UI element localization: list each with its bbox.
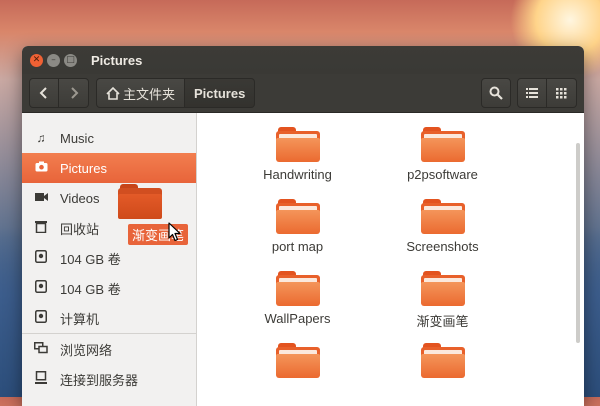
folder-name: p2psoftware [407, 167, 478, 182]
folder-icon [275, 199, 320, 235]
chevron-right-icon [70, 87, 78, 99]
trash-icon [34, 220, 48, 236]
mouse-cursor-icon [168, 222, 181, 242]
places-sidebar: ♫ Music Pictures Videos 回收站 104 GB 卷 104… [22, 113, 197, 406]
folder-item[interactable] [370, 339, 515, 406]
folder-name: 渐变画笔 [416, 314, 469, 329]
breadcrumb-home[interactable]: 主文件夹 [96, 78, 186, 108]
folder-item[interactable]: WallPapers [225, 267, 370, 339]
history-nav [29, 78, 89, 108]
network-icon [34, 341, 48, 357]
folder-name: WallPapers [264, 311, 331, 326]
window-title: Pictures [91, 52, 143, 68]
folder-item[interactable]: p2psoftware [370, 123, 515, 195]
sidebar-item-computer[interactable]: 计算机 [22, 303, 196, 333]
sidebar-item-volume-2[interactable]: 104 GB 卷 [22, 273, 196, 303]
sidebar-item-network[interactable]: 浏览网络 [22, 334, 196, 364]
sidebar-item-label: 回收站 [60, 221, 100, 237]
drive-icon [34, 280, 48, 296]
folder-name: Screenshots [406, 239, 479, 254]
list-view-button[interactable] [517, 78, 547, 108]
sidebar-item-volume-1[interactable]: 104 GB 卷 [22, 243, 196, 273]
folder-item[interactable]: port map [225, 195, 370, 267]
folder-name: port map [271, 239, 324, 254]
list-view-icon [526, 88, 538, 98]
breadcrumb-current[interactable]: Pictures [185, 78, 256, 108]
server-icon [34, 371, 48, 387]
grid-view-button[interactable] [547, 78, 577, 108]
folder-icon [275, 271, 320, 307]
folder-icon [420, 343, 465, 379]
breadcrumb-home-label: 主文件夹 [123, 86, 176, 102]
folder-item[interactable]: Screenshots [370, 195, 515, 267]
file-manager-window: ✕ – □ Pictures 主文件夹 Pictures ♫ Music Pic… [22, 46, 584, 406]
drive-icon [34, 250, 48, 266]
folder-item[interactable] [225, 339, 370, 406]
sidebar-item-music[interactable]: ♫ Music [22, 123, 196, 153]
sidebar-item-partial[interactable] [22, 113, 196, 123]
vertical-scrollbar[interactable] [576, 143, 580, 343]
sidebar-item-label: 计算机 [60, 311, 100, 327]
music-icon: ♫ [36, 131, 46, 145]
folder-item[interactable]: 渐变画笔 [370, 267, 515, 339]
dragged-folder-icon [118, 184, 162, 220]
close-window-button[interactable]: ✕ [30, 53, 43, 67]
file-view: Handwriting p2psoftware port map Screens… [197, 113, 584, 406]
search-icon [489, 86, 503, 100]
folder-icon [275, 343, 320, 379]
view-switcher [517, 78, 577, 108]
chevron-left-icon [39, 87, 47, 99]
folder-icon [275, 127, 320, 163]
folder-icon [420, 199, 465, 235]
sidebar-item-pictures[interactable]: Pictures [22, 153, 196, 183]
folder-name: Handwriting [263, 167, 332, 182]
sidebar-item-label: 104 GB 卷 [60, 281, 121, 297]
computer-icon [34, 310, 48, 326]
sidebar-item-label: 连接到服务器 [60, 372, 139, 388]
folder-item[interactable]: Handwriting [225, 123, 370, 195]
camera-icon [34, 161, 48, 175]
search-button[interactable] [481, 78, 511, 108]
video-icon [34, 191, 48, 205]
home-icon [106, 86, 120, 100]
minimize-window-button[interactable]: – [47, 53, 60, 67]
sidebar-item-label: 104 GB 卷 [60, 251, 121, 267]
sidebar-item-label: Music [60, 130, 94, 146]
sidebar-item-label: Pictures [60, 160, 107, 176]
titlebar: ✕ – □ Pictures [22, 46, 584, 74]
breadcrumb-current-label: Pictures [194, 85, 246, 101]
folder-icon [420, 271, 465, 307]
sidebar-item-label: 浏览网络 [60, 342, 113, 358]
forward-button[interactable] [59, 78, 89, 108]
sidebar-item-label: Videos [60, 190, 100, 206]
folder-icon [420, 127, 465, 163]
back-button[interactable] [29, 78, 59, 108]
grid-view-icon [556, 87, 567, 98]
file-grid: Handwriting p2psoftware port map Screens… [225, 123, 515, 406]
breadcrumb: 主文件夹 Pictures [96, 78, 256, 108]
toolbar: 主文件夹 Pictures [22, 74, 584, 113]
maximize-window-button[interactable]: □ [64, 53, 77, 67]
sidebar-item-videos[interactable]: Videos [22, 183, 196, 213]
sidebar-item-connect-server[interactable]: 连接到服务器 [22, 364, 196, 394]
